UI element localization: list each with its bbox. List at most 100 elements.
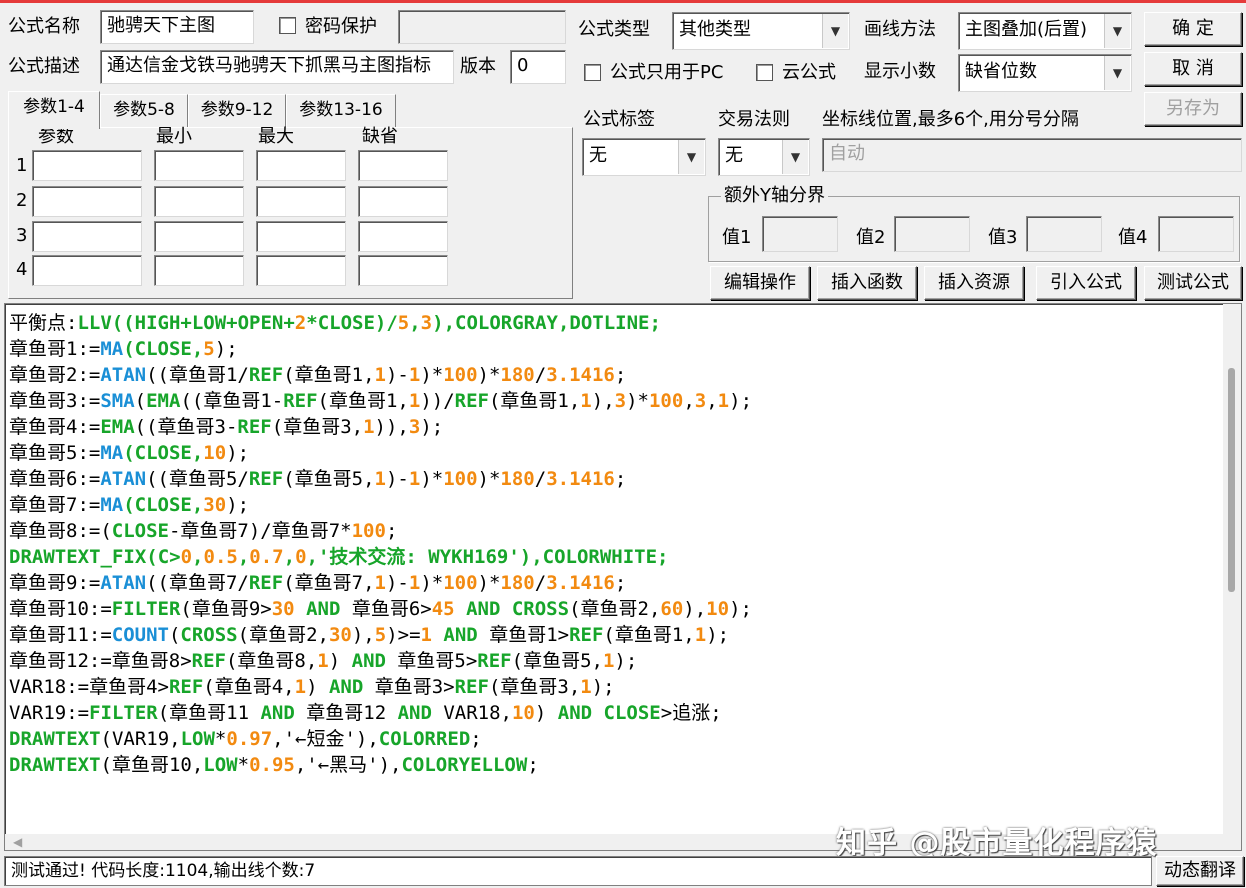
cloud-formula-label: 云公式 <box>782 62 836 83</box>
version-input[interactable]: 0 <box>510 50 566 84</box>
password-input[interactable] <box>398 10 566 44</box>
code-line[interactable]: VAR19:=FILTER(章鱼哥11 AND 章鱼哥12 AND VAR18,… <box>9 700 1219 726</box>
test-formula-button[interactable]: 测试公式 <box>1144 266 1242 300</box>
ok-button[interactable]: 确 定 <box>1144 12 1242 46</box>
scrollbar-thumb[interactable] <box>1228 368 1235 592</box>
formula-tag-label: 公式标签 <box>583 109 655 130</box>
tab-params-1-4[interactable]: 参数1-4 <box>8 91 100 129</box>
scroll-left-icon[interactable]: ◀ <box>13 834 22 850</box>
code-line[interactable]: 章鱼哥5:=MA(CLOSE,10); <box>9 440 1219 466</box>
trade-rule-value: 无 <box>725 145 743 166</box>
param-1-min[interactable] <box>154 150 244 181</box>
chevron-down-icon[interactable]: ▼ <box>822 14 848 48</box>
param-header-min: 最小 <box>156 126 192 147</box>
param-header-max: 最大 <box>258 126 294 147</box>
tab-params-13-16[interactable]: 参数13-16 <box>286 94 396 128</box>
y-value-3-input[interactable] <box>1026 216 1102 252</box>
chevron-down-icon[interactable]: ▼ <box>678 140 704 174</box>
tab-params-5-8[interactable]: 参数5-8 <box>100 94 188 128</box>
code-line[interactable]: 章鱼哥10:=FILTER(章鱼哥9>30 AND 章鱼哥6>45 AND CR… <box>9 596 1219 622</box>
edit-operations-button[interactable]: 编辑操作 <box>710 266 810 300</box>
code-line[interactable]: 章鱼哥9:=ATAN((章鱼哥7/REF(章鱼哥7,1)-1)*100)*180… <box>9 570 1219 596</box>
formula-tag-select[interactable]: 无 ▼ <box>582 138 706 176</box>
y-value-2-input[interactable] <box>894 216 970 252</box>
chevron-down-icon[interactable]: ▼ <box>782 140 808 174</box>
code-line[interactable]: 章鱼哥11:=COUNT(CROSS(章鱼哥2,30),5)>=1 AND 章鱼… <box>9 622 1219 648</box>
password-protect-checkbox[interactable] <box>279 17 296 34</box>
code-line[interactable]: DRAWTEXT(VAR19,LOW*0.97,'←短金'),COLORRED; <box>9 726 1219 752</box>
insert-function-button[interactable]: 插入函数 <box>817 266 917 300</box>
trade-rule-select[interactable]: 无 ▼ <box>718 138 810 176</box>
code-line[interactable]: 章鱼哥3:=SMA(EMA((章鱼哥1-REF(章鱼哥1,1))/REF(章鱼哥… <box>9 388 1219 414</box>
code-line[interactable]: 章鱼哥1:=MA(CLOSE,5); <box>9 336 1219 362</box>
param-2-max[interactable] <box>256 186 346 217</box>
param-1-default[interactable] <box>358 150 448 181</box>
coord-lines-input[interactable]: 自动 <box>822 138 1242 172</box>
param-2-default[interactable] <box>358 186 448 217</box>
save-as-button[interactable]: 另存为 <box>1144 92 1242 126</box>
code-line[interactable]: DRAWTEXT(章鱼哥10,LOW*0.95,'←黑马'),COLORYELL… <box>9 752 1219 778</box>
param-4-default[interactable] <box>358 255 448 286</box>
param-2-min[interactable] <box>154 186 244 217</box>
pc-only-checkbox[interactable] <box>584 64 601 81</box>
tab-params-9-12[interactable]: 参数9-12 <box>188 94 286 128</box>
code-line[interactable]: 章鱼哥7:=MA(CLOSE,30); <box>9 492 1219 518</box>
chevron-down-icon[interactable]: ▼ <box>1104 14 1130 48</box>
formula-name-input[interactable]: 驰骋天下主图 <box>100 10 254 44</box>
param-3-max[interactable] <box>256 221 346 252</box>
chevron-down-icon[interactable]: ▼ <box>1104 56 1130 90</box>
formula-desc-label: 公式描述 <box>8 56 80 77</box>
param-row-number: 3 <box>16 225 28 246</box>
param-3-min[interactable] <box>154 221 244 252</box>
decimals-value: 缺省位数 <box>965 61 1037 82</box>
param-1-name[interactable] <box>32 150 142 181</box>
extra-y-axis-title: 额外Y轴分界 <box>721 184 828 208</box>
param-3-default[interactable] <box>358 221 448 252</box>
y-value-4-input[interactable] <box>1158 216 1234 252</box>
code-line[interactable]: 章鱼哥8:=(CLOSE-章鱼哥7)/章鱼哥7*100; <box>9 518 1219 544</box>
status-bar: 测试通过! 代码长度:1104,输出线个数:7 <box>4 856 1152 886</box>
param-4-min[interactable] <box>154 255 244 286</box>
code-line[interactable]: 章鱼哥4:=EMA((章鱼哥3-REF(章鱼哥3,1)),3); <box>9 414 1219 440</box>
code-line[interactable]: 章鱼哥12:=章鱼哥8>REF(章鱼哥8,1) AND 章鱼哥5>REF(章鱼哥… <box>9 648 1219 674</box>
trade-rule-label: 交易法则 <box>718 109 790 130</box>
y-value-3-label: 值3 <box>988 227 1018 248</box>
formula-tag-value: 无 <box>589 145 607 166</box>
param-3-name[interactable] <box>32 221 142 252</box>
code-text[interactable]: 平衡点:LLV((HIGH+LOW+OPEN+2*CLOSE)/5,3),COL… <box>9 310 1219 778</box>
param-row-number: 1 <box>16 155 28 176</box>
code-line[interactable]: 平衡点:LLV((HIGH+LOW+OPEN+2*CLOSE)/5,3),COL… <box>9 310 1219 336</box>
code-line[interactable]: VAR18:=章鱼哥4>REF(章鱼哥4,1) AND 章鱼哥3>REF(章鱼哥… <box>9 674 1219 700</box>
code-line[interactable]: 章鱼哥2:=ATAN((章鱼哥1/REF(章鱼哥1,1)-1)*100)*180… <box>9 362 1219 388</box>
param-4-name[interactable] <box>32 255 142 286</box>
param-4-max[interactable] <box>256 255 346 286</box>
cloud-formula-checkbox[interactable] <box>756 64 773 81</box>
import-formula-button[interactable]: 引入公式 <box>1036 266 1136 300</box>
draw-method-select[interactable]: 主图叠加(后置) ▼ <box>958 12 1132 50</box>
draw-method-label: 画线方法 <box>864 19 936 40</box>
insert-resource-button[interactable]: 插入资源 <box>924 266 1024 300</box>
param-2-name[interactable] <box>32 186 142 217</box>
formula-desc-input[interactable]: 通达信金戈铁马驰骋天下抓黑马主图指标 <box>100 50 454 84</box>
y-value-4-label: 值4 <box>1118 227 1148 248</box>
code-line[interactable]: 章鱼哥6:=ATAN((章鱼哥5/REF(章鱼哥5,1)-1)*100)*180… <box>9 466 1219 492</box>
pc-only-label: 公式只用于PC <box>610 62 724 83</box>
formula-type-select[interactable]: 其他类型 ▼ <box>672 12 850 50</box>
y-value-1-input[interactable] <box>762 216 838 252</box>
param-header-default: 缺省 <box>362 126 398 147</box>
cancel-button[interactable]: 取 消 <box>1144 52 1242 86</box>
vertical-scrollbar[interactable] <box>1223 304 1241 850</box>
y-value-1-label: 值1 <box>722 227 752 248</box>
draw-method-value: 主图叠加(后置) <box>965 19 1088 40</box>
password-protect-label: 密码保护 <box>305 16 377 37</box>
formula-type-value: 其他类型 <box>679 19 751 40</box>
formula-type-label: 公式类型 <box>578 19 650 40</box>
coord-lines-label: 坐标线位置,最多6个,用分号分隔 <box>822 109 1079 130</box>
code-line[interactable]: DRAWTEXT_FIX(C>0,0.5,0.7,0,'技术交流: WYKH16… <box>9 544 1219 570</box>
param-row-number: 2 <box>16 190 28 211</box>
dynamic-translate-button[interactable]: 动态翻译 <box>1156 856 1244 886</box>
y-value-2-label: 值2 <box>856 227 886 248</box>
param-1-max[interactable] <box>256 150 346 181</box>
decimals-select[interactable]: 缺省位数 ▼ <box>958 54 1132 92</box>
code-editor[interactable]: 平衡点:LLV((HIGH+LOW+OPEN+2*CLOSE)/5,3),COL… <box>4 303 1242 851</box>
